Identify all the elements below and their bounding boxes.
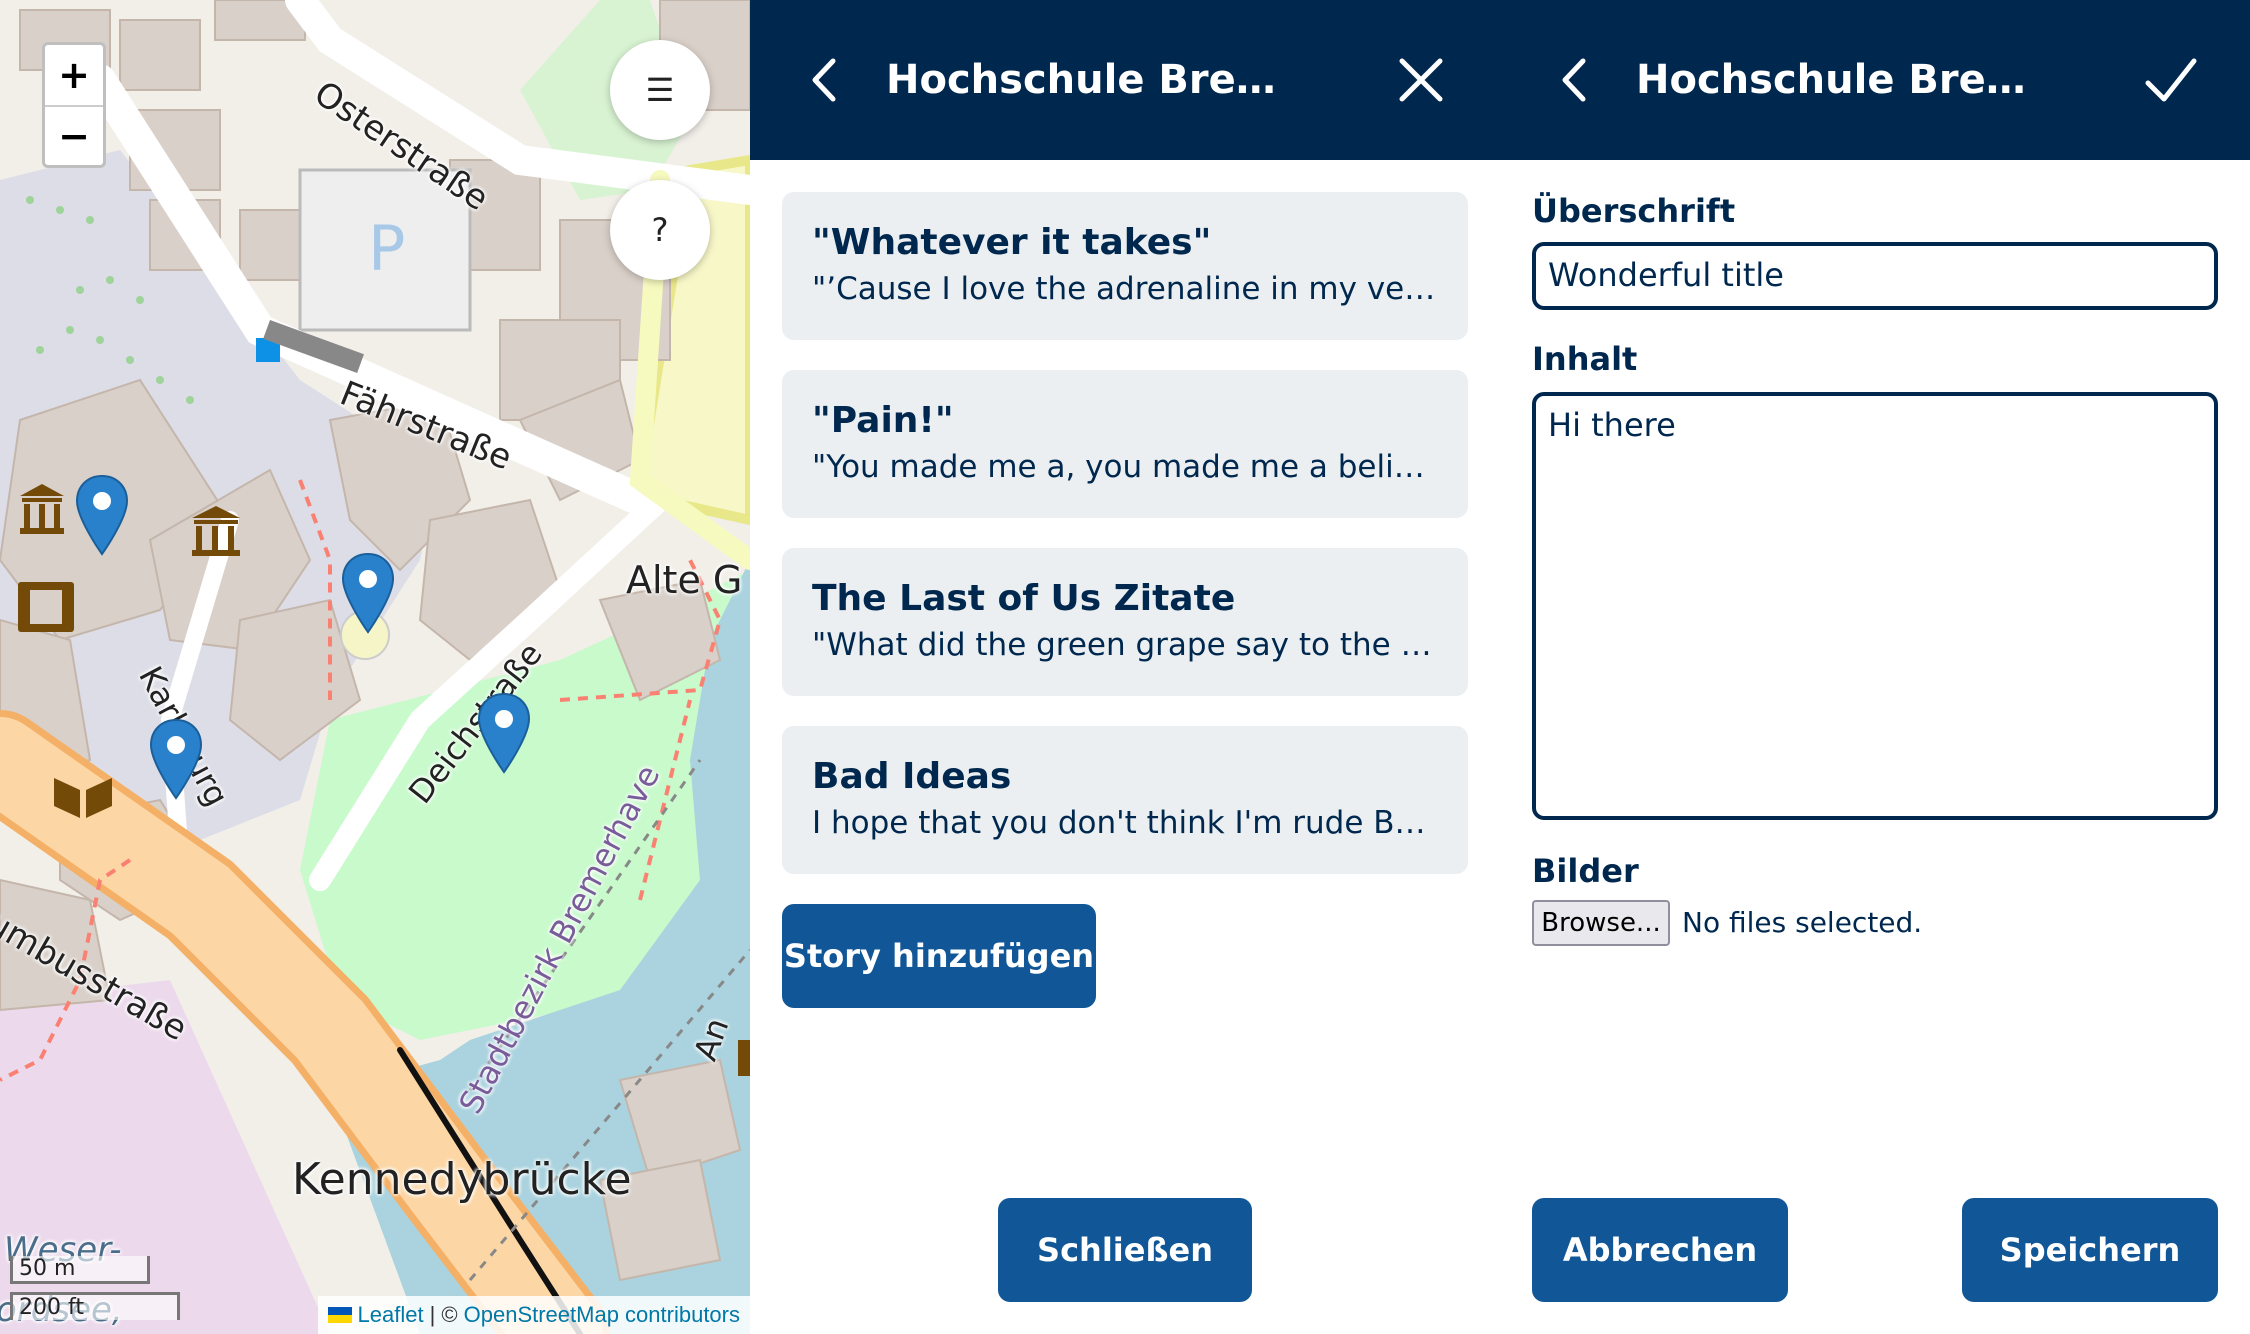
browse-button[interactable]: Browse... — [1532, 900, 1670, 946]
parking-icon: P — [368, 212, 406, 285]
checkmark-icon — [2145, 58, 2197, 102]
help-icon: ? — [651, 211, 669, 249]
attribution-separator: | © — [429, 1302, 458, 1327]
chevron-left-icon — [812, 58, 836, 102]
save-button[interactable]: Speichern — [1962, 1198, 2218, 1302]
map-marker-icon[interactable] — [476, 692, 532, 774]
page-title: Hochschule Bremerhaven — [1636, 57, 2056, 103]
story-title: The Last of Us Zitate — [812, 578, 1236, 619]
content-label: Inhalt — [1532, 340, 1638, 378]
close-icon — [1399, 58, 1443, 102]
story-content: "You made me a, you made me a believer, … — [812, 449, 1438, 485]
content-textarea[interactable]: Hi there — [1532, 392, 2218, 820]
close-panel-button[interactable]: Schließen — [998, 1198, 1252, 1302]
file-status: No files selected. — [1682, 906, 1923, 939]
chevron-left-icon — [1562, 58, 1586, 102]
back-button[interactable] — [790, 45, 860, 115]
map-attribution: Leaflet | © OpenStreetMap contributors — [317, 1296, 750, 1334]
back-button[interactable] — [1540, 45, 1610, 115]
scale-metric: 50 m — [10, 1256, 150, 1284]
place-label-alte: Alte G — [626, 558, 743, 602]
add-story-button[interactable]: Story hinzufügen — [782, 904, 1096, 1008]
story-card[interactable]: Bad Ideas I hope that you don't think I'… — [782, 726, 1468, 874]
map-marker-icon[interactable] — [148, 718, 204, 800]
story-edit-panel: Hochschule Bremerhaven Überschrift Wonde… — [1500, 0, 2250, 1334]
story-title: "Pain!" — [812, 400, 954, 441]
map-marker-icon[interactable] — [74, 474, 130, 556]
zoom-out-button[interactable]: − — [45, 105, 103, 165]
confirm-button[interactable] — [2136, 45, 2206, 115]
story-card[interactable]: "Pain!" "You made me a, you made me a be… — [782, 370, 1468, 518]
help-button[interactable]: ? — [610, 180, 710, 280]
heading-input[interactable]: Wonderful title — [1532, 242, 2218, 310]
cancel-button[interactable]: Abbrechen — [1532, 1198, 1788, 1302]
story-title: Bad Ideas — [812, 756, 1012, 797]
zoom-control: + − — [42, 42, 106, 168]
ukraine-flag-icon — [327, 1307, 352, 1323]
menu-button[interactable]: ☰ — [610, 40, 710, 140]
heading-label: Überschrift — [1532, 192, 1736, 230]
place-label-kennedybruecke: Kennedybrücke — [292, 1154, 632, 1205]
story-content: I hope that you don't think I'm rude But… — [812, 805, 1438, 841]
story-card[interactable]: "Whatever it takes" "’Cause I love the a… — [782, 192, 1468, 340]
page-title: Hochschule Bremerhaven — [886, 57, 1306, 103]
story-title: "Whatever it takes" — [812, 222, 1212, 263]
story-content: "What did the green grape say to the pur… — [812, 627, 1438, 663]
story-list-panel: Hochschule Bremerhaven "Whatever it take… — [750, 0, 1500, 1334]
story-card[interactable]: The Last of Us Zitate "What did the gree… — [782, 548, 1468, 696]
leaflet-link[interactable]: Leaflet — [358, 1302, 424, 1328]
story-content: "’Cause I love the adrenaline in my vein… — [812, 271, 1438, 307]
map-marker-icon[interactable] — [340, 552, 396, 634]
osm-link[interactable]: OpenStreetMap contributors — [464, 1302, 740, 1328]
edit-header: Hochschule Bremerhaven — [1500, 0, 2250, 160]
map-view[interactable]: Osterstraße Fährstraße Karlsburg Deichst… — [0, 0, 750, 1334]
scale-imperial: 200 ft — [10, 1292, 180, 1320]
close-button[interactable] — [1386, 45, 1456, 115]
images-label: Bilder — [1532, 852, 1639, 890]
zoom-in-button[interactable]: + — [45, 45, 103, 105]
list-header: Hochschule Bremerhaven — [750, 0, 1500, 160]
menu-icon: ☰ — [645, 71, 675, 109]
